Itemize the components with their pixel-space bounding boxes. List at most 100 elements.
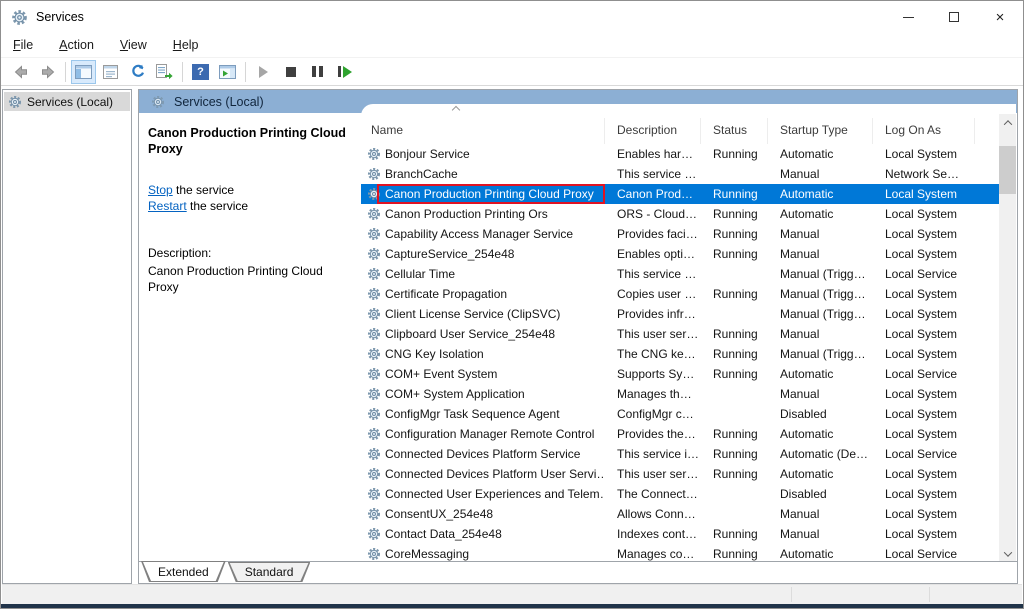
help-icon: ? [192,64,209,80]
vertical-scrollbar[interactable] [999,114,1016,562]
cell-startup: Manual [768,164,873,184]
refresh-button[interactable] [125,60,150,84]
service-row[interactable]: CaptureService_254e48Enables opti…Runnin… [361,244,999,264]
service-row[interactable]: Client License Service (ClipSVC)Provides… [361,304,999,324]
scroll-up-button[interactable] [999,114,1016,131]
export-list-icon [156,64,173,79]
toolbar: ? [1,58,1023,86]
service-name: Clipboard User Service_254e48 [385,327,555,341]
column-header-startup[interactable]: Startup Type [768,118,873,144]
tab-standard[interactable]: Standard [228,562,311,582]
column-header-logon[interactable]: Log On As [873,118,975,144]
restart-service-link[interactable]: Restart [148,199,187,213]
tab-extended[interactable]: Extended [141,561,226,582]
service-gear-icon [367,407,381,421]
pause-service-button[interactable] [305,60,330,84]
tree-item-services-local[interactable]: Services (Local) [4,92,130,111]
cell-status: Running [701,464,768,484]
service-name: Contact Data_254e48 [385,527,502,541]
description-label: Description: [148,246,351,260]
scroll-down-button[interactable] [999,545,1016,562]
service-row[interactable]: Canon Production Printing Cloud ProxyCan… [361,184,999,204]
column-header-name[interactable]: Name [361,118,605,144]
stop-service-button[interactable] [278,60,303,84]
cell-status: Running [701,204,768,224]
service-row[interactable]: COM+ Event SystemSupports Sy…RunningAuto… [361,364,999,384]
menu-help[interactable]: Help [173,38,199,52]
list-header: NameDescriptionStatusStartup TypeLog On … [361,104,1016,144]
menu-file[interactable]: File [13,38,33,52]
cell-logon: Local System [873,304,975,324]
service-row[interactable]: Connected User Experiences and Telem…The… [361,484,999,504]
column-header-desc[interactable]: Description [605,118,701,144]
properties-button[interactable] [98,60,123,84]
cell-logon: Local System [873,404,975,424]
service-row[interactable]: Connected Devices Platform ServiceThis s… [361,444,999,464]
service-row[interactable]: BranchCacheThis service …ManualNetwork S… [361,164,999,184]
scrollbar-thumb[interactable] [999,146,1016,194]
cell-name: CoreMessaging [361,544,605,562]
cell-desc: This service … [605,264,701,284]
menu-view[interactable]: View [120,38,147,52]
service-row[interactable]: CoreMessagingManages co…RunningAutomatic… [361,544,999,562]
minimize-button[interactable] [885,1,931,33]
cell-name: Canon Production Printing Cloud Proxy [361,184,605,204]
service-name: Cellular Time [385,267,455,281]
forward-button[interactable] [35,60,60,84]
back-button[interactable] [8,60,33,84]
cell-logon: Local System [873,524,975,544]
cell-desc: Allows Conn… [605,504,701,524]
cell-logon: Network Se… [873,164,975,184]
cell-desc: Provides faci… [605,224,701,244]
service-row[interactable]: COM+ System ApplicationManages th…Manual… [361,384,999,404]
cell-desc: This service … [605,164,701,184]
service-name: Connected User Experiences and Telem… [385,487,605,501]
export-list-button[interactable] [152,60,177,84]
stop-service-link[interactable]: Stop [148,183,173,197]
cell-status: Running [701,184,768,204]
service-row[interactable]: ConfigMgr Task Sequence AgentConfigMgr c… [361,404,999,424]
show-console-tree-button[interactable] [71,60,96,84]
service-row[interactable]: Configuration Manager Remote ControlProv… [361,424,999,444]
service-row[interactable]: Capability Access Manager ServiceProvide… [361,224,999,244]
cell-startup: Manual (Trigg… [768,344,873,364]
cell-desc: Provides the… [605,424,701,444]
service-gear-icon [367,427,381,441]
maximize-icon [949,12,959,22]
service-row[interactable]: Connected Devices Platform User Servi…Th… [361,464,999,484]
service-name: COM+ Event System [385,367,497,381]
service-name: Connected Devices Platform User Servi… [385,467,605,481]
cell-logon: Local System [873,144,975,164]
cell-status: Running [701,444,768,464]
service-name: ConfigMgr Task Sequence Agent [385,407,560,421]
cell-startup: Manual (Trigg… [768,304,873,324]
back-arrow-icon [13,64,29,80]
cell-logon: Local System [873,484,975,504]
start-service-button[interactable] [251,60,276,84]
show-action-pane-button[interactable] [215,60,240,84]
restart-service-button[interactable] [332,60,357,84]
service-gear-icon [367,287,381,301]
cell-logon: Local System [873,204,975,224]
service-row[interactable]: CNG Key IsolationThe CNG ke…RunningManua… [361,344,999,364]
cell-name: Connected Devices Platform User Servi… [361,464,605,484]
restart-icon [338,66,352,78]
close-button[interactable]: × [977,1,1023,33]
service-row[interactable]: Cellular TimeThis service …Manual (Trigg… [361,264,999,284]
service-row[interactable]: ConsentUX_254e48Allows Conn…ManualLocal … [361,504,999,524]
column-header-status[interactable]: Status [701,118,768,144]
service-gear-icon [367,327,381,341]
action-pane-icon [219,65,236,79]
cell-startup: Manual [768,524,873,544]
service-row[interactable]: Certificate PropagationCopies user …Runn… [361,284,999,304]
tab-label: Extended [142,562,225,581]
service-row[interactable]: Bonjour ServiceEnables har…RunningAutoma… [361,144,999,164]
maximize-button[interactable] [931,1,977,33]
window-bottom-edge [1,604,1023,608]
menu-action[interactable]: Action [59,38,94,52]
menu-bar: File Action View Help [1,33,1023,58]
service-row[interactable]: Canon Production Printing OrsORS - Cloud… [361,204,999,224]
service-row[interactable]: Contact Data_254e48Indexes cont…RunningM… [361,524,999,544]
service-row[interactable]: Clipboard User Service_254e48This user s… [361,324,999,344]
help-button[interactable]: ? [188,60,213,84]
